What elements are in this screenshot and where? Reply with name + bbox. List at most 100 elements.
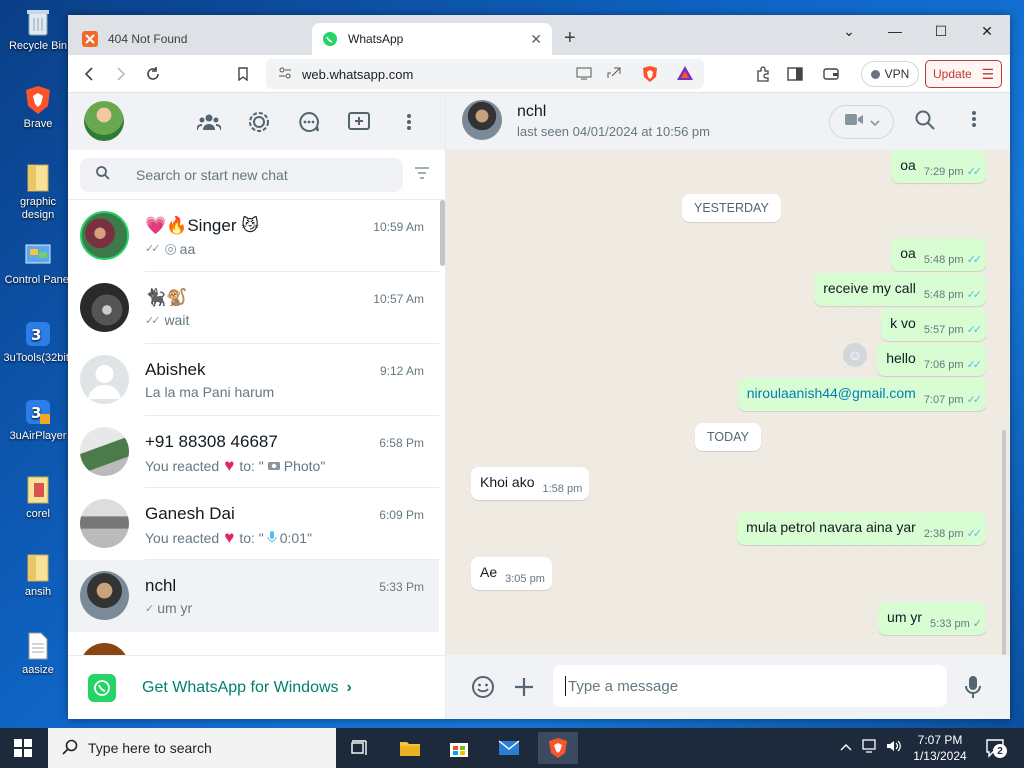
desktop-icon-recycle-bin[interactable]: Recycle Bin [0, 6, 76, 53]
filter-icon[interactable] [414, 166, 430, 184]
task-view-icon[interactable] [340, 732, 380, 764]
brave-shields-icon[interactable] [642, 65, 658, 86]
network-icon[interactable] [862, 739, 878, 756]
minimize-button[interactable]: — [872, 15, 918, 47]
new-tab-button[interactable]: + [564, 27, 576, 50]
message-bubble[interactable]: Ae 3:05 pm [471, 557, 552, 590]
share-icon[interactable] [606, 66, 622, 83]
avatar [80, 643, 129, 655]
my-avatar[interactable] [84, 101, 124, 141]
get-whatsapp-windows-banner[interactable]: Get WhatsApp for Windows › [68, 655, 445, 719]
3utools-icon: 3 [22, 318, 54, 350]
avatar [80, 283, 129, 332]
desktop-icon-aasize[interactable]: aasize [0, 630, 76, 677]
close-tab-icon[interactable]: ✕ [530, 31, 542, 48]
update-button[interactable]: Update ☰ [925, 60, 1002, 88]
brave-taskbar-icon[interactable] [538, 732, 578, 764]
system-clock[interactable]: 7:07 PM 1/13/2024 [912, 732, 968, 764]
desktop-icon-3uairplayer[interactable]: 3 3uAirPlayer [0, 396, 76, 443]
brave-rewards-icon[interactable] [676, 65, 694, 84]
chat-item-partial[interactable] [68, 632, 439, 655]
message-bubble[interactable]: k vo 5:57 pm ✓✓ [881, 308, 986, 341]
address-bar[interactable]: web.whatsapp.com [266, 59, 704, 89]
site-settings-icon[interactable] [278, 67, 292, 82]
chat-list-scrollbar[interactable] [440, 200, 445, 266]
store-icon[interactable] [439, 732, 479, 764]
add-reaction-icon[interactable]: ☺ [843, 343, 867, 367]
mail-icon[interactable] [489, 732, 529, 764]
xampp-icon [82, 31, 98, 47]
desktop-icon-corel[interactable]: corel [0, 474, 76, 521]
message-bubble[interactable]: mula petrol navara aina yar 2:38 pm ✓✓ [737, 512, 986, 545]
conversation-header[interactable]: nchl last seen 04/01/2024 at 10:56 pm [446, 93, 1010, 150]
tab-bar: 404 Not Found WhatsApp ✕ + ⌄ — ☐ ✕ [68, 15, 1010, 55]
extensions-icon[interactable] [752, 63, 774, 85]
chat-item-singer[interactable]: 💗🔥Singer 😼 10:59 Am ✓✓ ◎ aa [68, 200, 439, 272]
new-chat-icon[interactable] [347, 110, 371, 134]
back-button[interactable] [78, 63, 100, 85]
chat-item-ganesh-dai[interactable]: Ganesh Dai 6:09 Pm You reacted ♥ to: " 0… [68, 488, 439, 560]
folder-icon [22, 552, 54, 584]
chat-item-cat-monkey[interactable]: 🐈‍⬛🐒 10:57 Am ✓✓ wait [68, 272, 439, 344]
message-bubble[interactable]: um yr 5:33 pm ✓ [878, 602, 986, 635]
tab-whatsapp[interactable]: WhatsApp ✕ [312, 23, 552, 55]
message-bubble[interactable]: receive my call 5:48 pm ✓✓ [814, 273, 986, 306]
desktop-icon-control-panel[interactable]: Control Panel [0, 240, 76, 287]
bookmark-icon[interactable] [232, 63, 254, 85]
chevron-right-icon: › [346, 678, 352, 696]
tray-chevron-up-icon[interactable] [840, 739, 852, 754]
message-bubble[interactable]: niroulaanish44@gmail.com 7:07 pm ✓✓ [737, 378, 986, 411]
menu-dots-icon[interactable] [397, 110, 421, 134]
chat-item-phone-number[interactable]: +91 88308 46687 6:58 Pm You reacted ♥ to… [68, 416, 439, 488]
attach-plus-icon[interactable] [514, 677, 534, 702]
conversation-menu-icon[interactable] [971, 110, 977, 133]
video-call-button[interactable] [829, 105, 894, 139]
emoji-icon[interactable] [471, 675, 495, 704]
cast-icon[interactable] [576, 66, 592, 83]
microphone-icon[interactable] [965, 675, 981, 704]
desktop-icon-brave[interactable]: Brave [0, 84, 76, 131]
tab-404-not-found[interactable]: 404 Not Found [72, 23, 312, 55]
message-list-scrollbar[interactable] [1002, 430, 1006, 655]
date-separator-yesterday: YESTERDAY [682, 194, 781, 222]
search-messages-icon[interactable] [915, 110, 935, 135]
reload-button[interactable] [142, 63, 164, 85]
channels-icon[interactable] [297, 110, 321, 134]
vpn-status-icon [870, 69, 880, 79]
chat-search-input[interactable]: Search or start new chat [80, 158, 403, 192]
svg-text:3: 3 [31, 404, 41, 422]
message-bubble[interactable]: Khoi ako 1:58 pm [471, 467, 590, 500]
communities-icon[interactable] [197, 110, 221, 134]
conversation-panel: nchl last seen 04/01/2024 at 10:56 pm oa… [446, 93, 1010, 719]
chat-item-nchl[interactable]: nchl 5:33 Pm ✓ um yr [68, 560, 439, 632]
email-link[interactable]: niroulaanish44@gmail.com [747, 384, 916, 403]
read-receipt-icon: ✓✓ [145, 243, 161, 255]
desktop-icon-3utools[interactable]: 3 3uTools(32bit) [0, 318, 76, 365]
svg-text:3: 3 [31, 326, 41, 344]
message-input[interactable]: Type a message [553, 665, 947, 707]
start-button[interactable] [14, 739, 32, 762]
forward-button[interactable] [110, 63, 132, 85]
vpn-button[interactable]: VPN [861, 61, 919, 87]
volume-icon[interactable] [886, 739, 902, 756]
taskbar-search[interactable]: Type here to search [48, 728, 336, 768]
read-receipt-icon: ✓✓ [145, 314, 161, 327]
wallet-icon[interactable] [820, 63, 842, 85]
message-bubble[interactable]: oa 7:29 pm ✓✓ [891, 150, 986, 183]
desktop-icon-ansih[interactable]: ansih [0, 552, 76, 599]
sidebar-icon[interactable] [784, 63, 806, 85]
search-icon [62, 739, 78, 758]
message-bubble[interactable]: oa 5:48 pm ✓✓ [891, 238, 986, 271]
close-window-button[interactable]: ✕ [964, 15, 1010, 47]
tab-search-chevron-icon[interactable]: ⌄ [826, 15, 872, 47]
maximize-button[interactable]: ☐ [918, 15, 964, 47]
contact-avatar[interactable] [462, 100, 502, 140]
desktop-icon-graphic-design[interactable]: graphic design [0, 162, 76, 222]
browser-window: 404 Not Found WhatsApp ✕ + ⌄ — ☐ ✕ web.w… [68, 15, 1010, 719]
date-separator-today: TODAY [695, 423, 761, 451]
notification-center-icon[interactable]: 2 [985, 738, 1007, 763]
status-icon[interactable] [247, 110, 271, 134]
file-explorer-icon[interactable] [390, 732, 430, 764]
chat-item-abishek[interactable]: Abishek 9:12 Am La la ma Pani harum [68, 344, 439, 416]
message-bubble[interactable]: hello 7:06 pm ✓✓ [877, 343, 986, 376]
